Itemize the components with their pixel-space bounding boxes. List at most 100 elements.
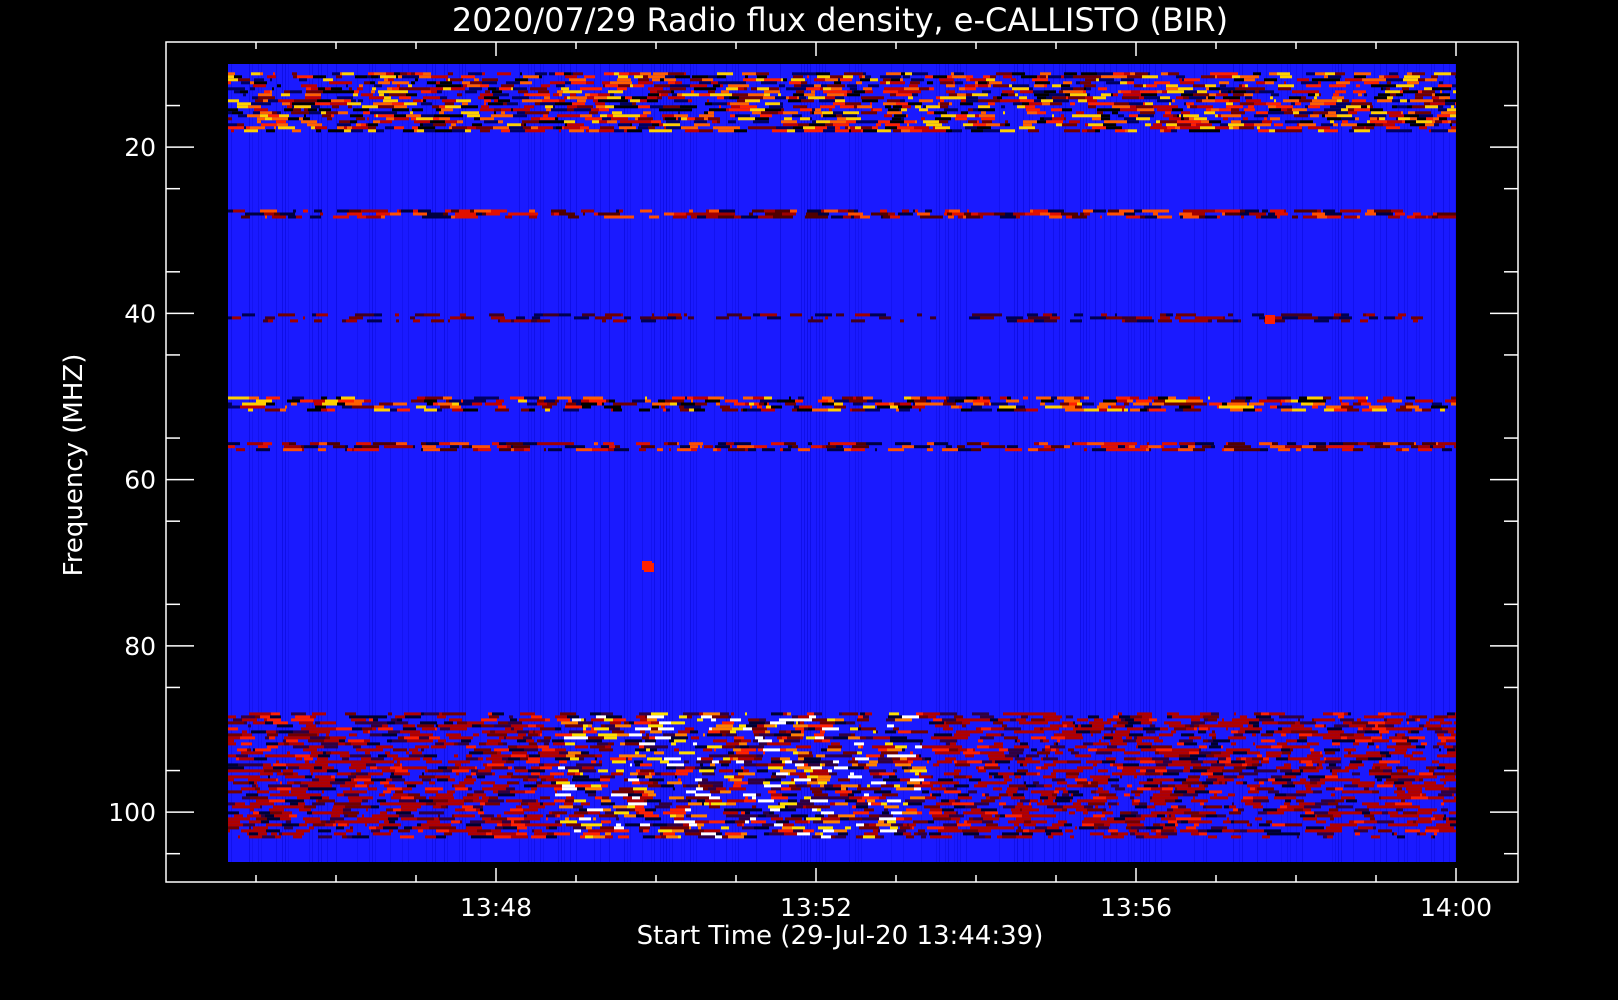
spectrogram-cell	[1217, 75, 1232, 79]
spectrogram-cell	[1439, 81, 1443, 85]
spectrogram-cell	[758, 739, 772, 743]
spectrogram-cell	[699, 769, 712, 773]
spectrogram-cell	[1447, 751, 1456, 755]
spectrogram-cell	[555, 733, 572, 737]
spectrogram-cell	[705, 399, 720, 403]
spectrogram-cell	[251, 793, 258, 797]
spectrogram-cell	[1101, 114, 1110, 118]
spectrogram-cell	[598, 733, 615, 737]
spectrogram-cell	[1206, 96, 1208, 100]
spectrogram-cell	[1209, 120, 1221, 124]
spectrogram-cell	[228, 769, 243, 773]
spectrogram-cell	[249, 402, 266, 406]
spectrogram-cell	[387, 721, 395, 725]
spectrogram-cell	[450, 316, 461, 320]
spectrogram-cell	[1285, 799, 1291, 803]
spectrogram-cell	[681, 126, 698, 130]
spectrogram-cell	[349, 715, 364, 719]
spectrogram-cell	[330, 736, 346, 740]
spectrogram-cell	[1266, 730, 1274, 734]
spectrogram-cell	[843, 75, 853, 79]
spectrogram-cell	[508, 757, 520, 761]
spectrogram-cell	[263, 319, 268, 323]
spectrogram-cell	[898, 730, 911, 734]
spectrogram-cell	[1114, 102, 1129, 106]
spectrogram-cell	[1155, 781, 1160, 785]
spectrogram-cell	[1053, 760, 1067, 764]
spectrogram-cell	[1106, 126, 1122, 130]
spectrogram-cell	[1132, 772, 1145, 776]
spectrogram-cell	[479, 742, 486, 746]
spectrogram-cell	[656, 105, 663, 109]
spectrogram-cell	[862, 75, 865, 79]
spectrogram-cell	[806, 212, 818, 216]
spectrogram-cell	[551, 781, 556, 785]
spectrogram-cell	[835, 796, 849, 800]
spectrogram-cell	[301, 445, 304, 449]
spectrogram-cell	[928, 781, 930, 785]
spectrogram-cell	[540, 102, 555, 106]
spectrogram-cell	[1144, 405, 1161, 409]
spectrogram-cell	[422, 772, 424, 776]
spectrogram-cell	[442, 712, 458, 716]
spectrogram-cell	[1342, 790, 1359, 794]
spectrogram-cell	[535, 102, 540, 106]
spectrogram-cell	[1454, 445, 1456, 449]
spectrogram-cell	[1162, 787, 1173, 791]
spectrogram-cell	[461, 111, 465, 115]
spectrogram-cell	[419, 75, 431, 79]
spectrogram-cell	[1158, 396, 1162, 400]
spectrogram-cell	[435, 727, 437, 731]
spectrogram-cell	[729, 108, 745, 112]
spectrogram-cell	[248, 724, 251, 728]
spectrogram-cell	[228, 775, 233, 779]
spectrogram-cell	[1373, 763, 1387, 767]
spectrogram-cell	[1329, 442, 1343, 446]
spectrogram-cell	[1017, 754, 1019, 758]
spectrogram-cell	[798, 396, 804, 400]
spectrogram-cell	[1002, 90, 1014, 94]
spectrogram-cell	[988, 102, 995, 106]
spectrogram-cell	[1072, 442, 1074, 446]
spectrogram-cell	[268, 784, 282, 788]
spectrogram-cell	[875, 448, 877, 452]
spectrogram-cell	[1200, 126, 1215, 130]
spectrogram-cell	[1412, 72, 1425, 76]
spectrogram-cell	[255, 405, 265, 409]
spectrogram-cell	[1364, 787, 1369, 791]
spectrogram-cell	[1288, 796, 1296, 800]
spectrogram-cell	[353, 108, 369, 112]
spectrogram-cell	[1279, 715, 1288, 719]
spectrogram-cell	[312, 802, 321, 806]
spectrogram-cell	[1416, 120, 1432, 124]
spectrogram-cell	[347, 126, 352, 130]
spectrogram-cell	[1345, 78, 1362, 82]
spectrogram-cell	[1310, 748, 1314, 752]
spectrogram-cell	[926, 399, 931, 403]
spectrogram-cell	[1352, 215, 1357, 219]
spectrogram-cell	[938, 102, 940, 106]
spectrogram-cell	[1280, 402, 1282, 406]
spectrogram-cell	[439, 105, 445, 109]
spectrogram-cell	[310, 796, 322, 800]
spectrogram-stripe	[447, 64, 448, 862]
spectrogram-cell	[881, 784, 894, 788]
spectrogram-cell	[1231, 108, 1239, 112]
spectrogram-cell	[312, 763, 328, 767]
spectrogram-cell	[1150, 724, 1155, 728]
spectrogram-cell	[1083, 784, 1098, 788]
spectrogram-cell	[803, 126, 806, 130]
spectrogram-cell	[861, 126, 872, 130]
spectrogram-cell	[459, 209, 470, 213]
spectrogram-cell	[1330, 775, 1333, 779]
spectrogram-cell	[835, 129, 849, 133]
spectrogram-cell	[849, 399, 862, 403]
spectrogram-cell	[1061, 84, 1070, 88]
spectrogram-cell	[471, 772, 476, 776]
spectrogram-cell	[565, 81, 571, 85]
spectrogram-cell	[720, 712, 729, 716]
spectrogram-cell	[703, 748, 712, 752]
spectrogram-cell	[1379, 760, 1383, 764]
spectrogram-cell	[1155, 751, 1159, 755]
spectrogram-cell	[1451, 396, 1453, 400]
